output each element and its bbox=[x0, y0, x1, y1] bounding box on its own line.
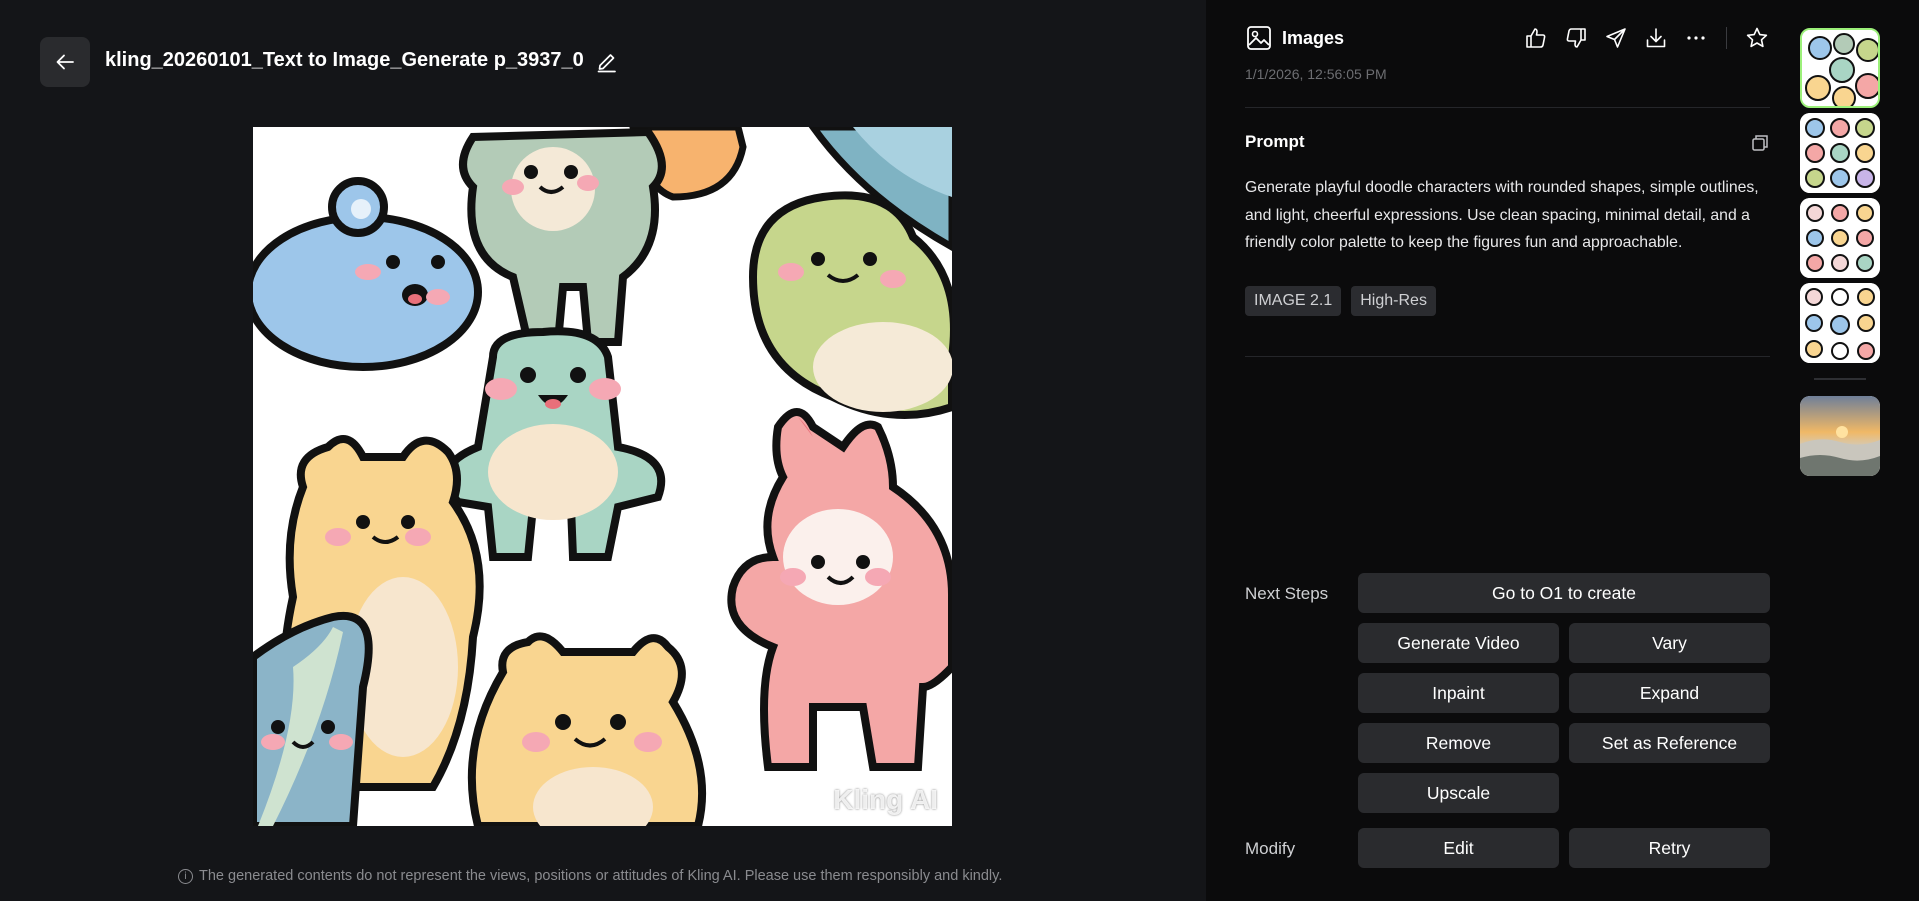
panel-title: Images bbox=[1282, 27, 1345, 48]
panel-header: Images bbox=[1246, 25, 1344, 51]
more-icon[interactable] bbox=[1682, 24, 1710, 52]
thumbnail-divider bbox=[1814, 378, 1866, 380]
generate-video-button[interactable]: Generate Video bbox=[1358, 623, 1559, 663]
thumbs-up-icon[interactable] bbox=[1522, 24, 1550, 52]
thumbnail-1[interactable] bbox=[1800, 28, 1880, 108]
divider bbox=[1245, 356, 1770, 357]
next-steps-label: Next Steps bbox=[1245, 584, 1329, 603]
go-to-o1-button[interactable]: Go to O1 to create bbox=[1358, 573, 1770, 613]
tag-list: IMAGE 2.1 High-Res bbox=[1245, 286, 1436, 316]
thumbnail-2[interactable] bbox=[1800, 113, 1880, 193]
disclaimer-text: The generated contents do not represent … bbox=[199, 868, 1003, 884]
timestamp: 1/1/2026, 12:56:05 PM bbox=[1245, 66, 1387, 82]
retry-button[interactable]: Retry bbox=[1569, 828, 1770, 868]
set-as-reference-button[interactable]: Set as Reference bbox=[1569, 723, 1770, 763]
model-tag: IMAGE 2.1 bbox=[1245, 286, 1342, 316]
back-button[interactable] bbox=[40, 37, 90, 87]
star-icon[interactable] bbox=[1743, 24, 1771, 52]
thumbnail-4[interactable] bbox=[1800, 283, 1880, 363]
info-icon: i bbox=[178, 868, 193, 884]
generated-image[interactable]: Kling AI bbox=[253, 127, 952, 826]
preview-area: kling_20260101_Text to Image_Generate p_… bbox=[0, 0, 1206, 901]
teal-creature-bottom bbox=[253, 611, 373, 826]
send-icon[interactable] bbox=[1602, 24, 1630, 52]
action-toolbar bbox=[1522, 24, 1771, 52]
edit-button[interactable]: Edit bbox=[1358, 828, 1559, 868]
arrow-left-icon bbox=[56, 54, 74, 70]
divider bbox=[1245, 107, 1770, 108]
image-icon bbox=[1247, 26, 1271, 50]
download-icon[interactable] bbox=[1642, 24, 1670, 52]
resolution-tag: High-Res bbox=[1351, 286, 1436, 316]
prompt-text: Generate playful doodle characters with … bbox=[1245, 179, 1759, 251]
page-title: kling_20260101_Text to Image_Generate p_… bbox=[105, 49, 584, 71]
watermark-logo: Kling AI bbox=[833, 784, 938, 815]
vary-button[interactable]: Vary bbox=[1569, 623, 1770, 663]
edit-title-icon[interactable] bbox=[596, 49, 618, 73]
toolbar-divider bbox=[1726, 27, 1727, 49]
inpaint-button[interactable]: Inpaint bbox=[1358, 673, 1559, 713]
disclaimer: i The generated contents do not represen… bbox=[178, 868, 1002, 884]
doodle-characters-illustration bbox=[253, 127, 952, 826]
thumbnail-landscape[interactable] bbox=[1800, 396, 1880, 476]
remove-button[interactable]: Remove bbox=[1358, 723, 1559, 763]
app-root: kling_20260101_Text to Image_Generate p_… bbox=[0, 0, 1919, 901]
modify-label: Modify bbox=[1245, 839, 1296, 858]
upscale-button[interactable]: Upscale bbox=[1358, 773, 1559, 813]
yellow-bear-bottom bbox=[467, 632, 707, 826]
prompt-label: Prompt bbox=[1245, 132, 1305, 151]
copy-icon[interactable] bbox=[1750, 133, 1770, 153]
thumbs-down-icon[interactable] bbox=[1562, 24, 1590, 52]
thumbnail-3[interactable] bbox=[1800, 198, 1880, 278]
expand-button[interactable]: Expand bbox=[1569, 673, 1770, 713]
